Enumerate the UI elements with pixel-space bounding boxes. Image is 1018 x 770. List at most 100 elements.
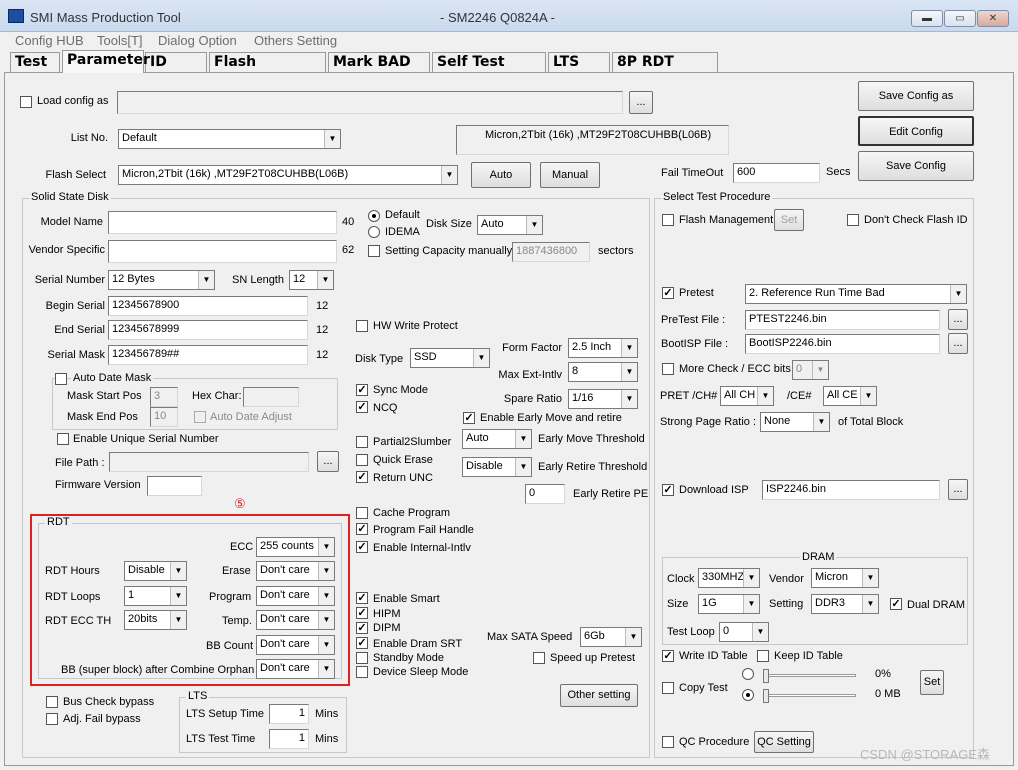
serial-mask-input[interactable]: 123456789##	[108, 345, 308, 365]
test-loop-select[interactable]: 0 ▼	[719, 622, 769, 642]
max-ext-intlv-select[interactable]: 8 ▼	[568, 362, 638, 382]
rdt-hours-select[interactable]: Disable ▼	[124, 561, 187, 581]
close-button[interactable]: ✕	[977, 10, 1009, 27]
keep-id-table-checkbox[interactable]	[757, 650, 769, 662]
tab-self-test-result[interactable]: Self Test Result	[432, 52, 546, 89]
enable-dram-srt-checkbox[interactable]: ✓	[356, 637, 368, 649]
pretest-select[interactable]: 2. Reference Run Time Bad ▼	[745, 284, 967, 304]
enable-internal-intlv-checkbox[interactable]: ✓	[356, 541, 368, 553]
default-radio[interactable]	[368, 210, 380, 222]
early-retire-pe-input[interactable]: 0	[525, 484, 565, 504]
load-config-browse-button[interactable]: ...	[629, 91, 653, 114]
rdt-ecc-th-select[interactable]: 20bits ▼	[124, 610, 187, 630]
speed-up-pretest-checkbox[interactable]	[533, 652, 545, 664]
auto-date-adjust-checkbox[interactable]	[194, 411, 206, 423]
flash-management-set-button[interactable]: Set	[774, 209, 804, 231]
sn-length-select[interactable]: 12 ▼	[289, 270, 334, 290]
pretest-file-input[interactable]: PTEST2246.bin	[745, 310, 940, 330]
auto-date-mask-checkbox[interactable]	[55, 373, 67, 385]
strong-page-ratio-select[interactable]: None ▼	[760, 412, 830, 432]
begin-serial-input[interactable]: 12345678900	[108, 296, 308, 316]
copy-mb-slider[interactable]	[766, 694, 856, 697]
disk-size-select[interactable]: Auto ▼	[477, 215, 543, 235]
lts-setup-time-input[interactable]: 1	[269, 704, 309, 724]
copy-test-checkbox[interactable]	[662, 682, 674, 694]
auto-button[interactable]: Auto	[471, 162, 531, 188]
early-retire-select[interactable]: Disable ▼	[462, 457, 532, 477]
download-isp-checkbox[interactable]: ✓	[662, 484, 674, 496]
quick-erase-checkbox[interactable]	[356, 454, 368, 466]
idema-radio[interactable]	[368, 226, 380, 238]
enable-smart-checkbox[interactable]: ✓	[356, 592, 368, 604]
list-no-select[interactable]: Default ▼	[118, 129, 341, 149]
menu-others-setting[interactable]: Others Setting	[254, 33, 337, 48]
load-config-checkbox[interactable]	[20, 96, 32, 108]
file-path-browse-button[interactable]: ...	[317, 451, 339, 472]
spare-ratio-select[interactable]: 1/16 ▼	[568, 389, 638, 409]
manual-button[interactable]: Manual	[540, 162, 600, 188]
maximize-button[interactable]: ▭	[944, 10, 976, 27]
download-isp-browse-button[interactable]: ...	[948, 479, 968, 500]
edit-config-button[interactable]: Edit Config	[858, 116, 974, 146]
cache-program-checkbox[interactable]	[356, 507, 368, 519]
mask-start-pos-input[interactable]: 3	[150, 387, 178, 407]
partial2slumber-checkbox[interactable]	[356, 436, 368, 448]
tab-lts-info[interactable]: LTS Info	[548, 52, 610, 89]
tab-parameter[interactable]: Parameter	[62, 50, 150, 73]
menu-dialog-option[interactable]: Dialog Option	[158, 33, 237, 48]
hw-write-protect-checkbox[interactable]	[356, 320, 368, 332]
bootisp-file-browse-button[interactable]: ...	[948, 333, 968, 354]
adj-fail-bypass-checkbox[interactable]	[46, 713, 58, 725]
end-serial-input[interactable]: 12345678999	[108, 320, 308, 340]
disk-type-select[interactable]: SSD ▼	[410, 348, 490, 368]
copy-percent-slider[interactable]	[766, 674, 856, 677]
other-setting-button[interactable]: Other setting	[560, 684, 638, 707]
tab-8p-rdt-result[interactable]: 8P RDT Result	[612, 52, 718, 89]
model-name-input[interactable]	[108, 211, 337, 234]
lts-test-time-input[interactable]: 1	[269, 729, 309, 749]
temp-select[interactable]: Don't care ▼	[256, 610, 335, 630]
tab-mark-bad-info[interactable]: Mark BAD Info	[328, 52, 430, 89]
pretest-file-browse-button[interactable]: ...	[948, 309, 968, 330]
ecc-select[interactable]: 255 counts ▼	[256, 537, 335, 557]
save-config-button[interactable]: Save Config	[858, 151, 974, 181]
pret-ch-select[interactable]: All CH ▼	[720, 386, 774, 406]
serial-number-select[interactable]: 12 Bytes ▼	[108, 270, 215, 290]
hex-char-input[interactable]	[243, 387, 299, 407]
dual-dram-checkbox[interactable]: ✓	[890, 598, 902, 610]
size-select[interactable]: 1G ▼	[698, 594, 760, 614]
flash-management-checkbox[interactable]	[662, 214, 674, 226]
max-sata-speed-select[interactable]: 6Gb ▼	[580, 627, 642, 647]
copy-percent-slider-thumb[interactable]	[763, 669, 769, 683]
qc-setting-button[interactable]: QC Setting	[754, 731, 814, 753]
pretest-checkbox[interactable]: ✓	[662, 287, 674, 299]
dont-check-flash-id-checkbox[interactable]	[847, 214, 859, 226]
enable-unique-serial-checkbox[interactable]	[57, 433, 69, 445]
bb-super-block-select[interactable]: Don't care ▼	[256, 659, 335, 679]
program-fail-handle-checkbox[interactable]: ✓	[356, 523, 368, 535]
save-config-as-button[interactable]: Save Config as	[858, 81, 974, 111]
clock-select[interactable]: 330MHZ ▼	[698, 568, 760, 588]
sync-mode-checkbox[interactable]: ✓	[356, 384, 368, 396]
setting-capacity-checkbox[interactable]	[368, 245, 380, 257]
copy-percent-radio[interactable]	[742, 668, 754, 680]
form-factor-select[interactable]: 2.5 Inch ▼	[568, 338, 638, 358]
standby-mode-checkbox[interactable]	[356, 652, 368, 664]
ncq-checkbox[interactable]: ✓	[356, 401, 368, 413]
copy-test-set-button[interactable]: Set	[920, 670, 944, 695]
load-config-input[interactable]	[117, 91, 623, 114]
copy-mb-slider-thumb[interactable]	[763, 689, 769, 703]
download-isp-input[interactable]: ISP2246.bin	[762, 480, 940, 500]
mask-end-pos-input[interactable]: 10	[150, 407, 178, 427]
device-sleep-mode-checkbox[interactable]	[356, 666, 368, 678]
fail-timeout-input[interactable]: 600	[733, 163, 820, 183]
bootisp-file-input[interactable]: BootISP2246.bin	[745, 334, 940, 354]
tab-id-table[interactable]: ID Table	[145, 52, 207, 89]
tab-test[interactable]: Test	[10, 52, 60, 73]
bb-count-select[interactable]: Don't care ▼	[256, 635, 335, 655]
hipm-checkbox[interactable]: ✓	[356, 607, 368, 619]
return-unc-checkbox[interactable]: ✓	[356, 471, 368, 483]
ce-select[interactable]: All CE ▼	[823, 386, 877, 406]
minimize-button[interactable]: ▬	[911, 10, 943, 27]
program-select[interactable]: Don't care ▼	[256, 586, 335, 606]
